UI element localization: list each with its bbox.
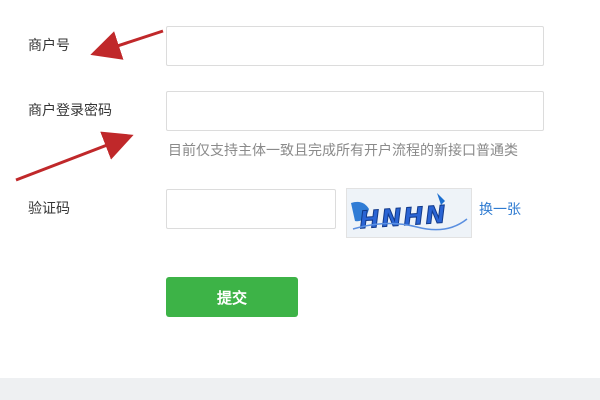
footer-band bbox=[0, 378, 600, 400]
merchant-id-input[interactable] bbox=[166, 26, 544, 66]
captcha-image[interactable]: HNHN bbox=[346, 188, 472, 238]
submit-button[interactable]: 提交 bbox=[166, 277, 298, 317]
captcha-input[interactable] bbox=[166, 189, 336, 229]
merchant-id-label: 商户号 bbox=[28, 38, 70, 54]
password-label: 商户登录密码 bbox=[28, 103, 112, 119]
password-input[interactable] bbox=[166, 91, 544, 131]
password-hint: 目前仅支持主体一致且完成所有开户流程的新接口普通类 bbox=[168, 143, 518, 159]
refresh-captcha-link[interactable]: 换一张 bbox=[479, 199, 521, 219]
captcha-label: 验证码 bbox=[28, 201, 70, 217]
